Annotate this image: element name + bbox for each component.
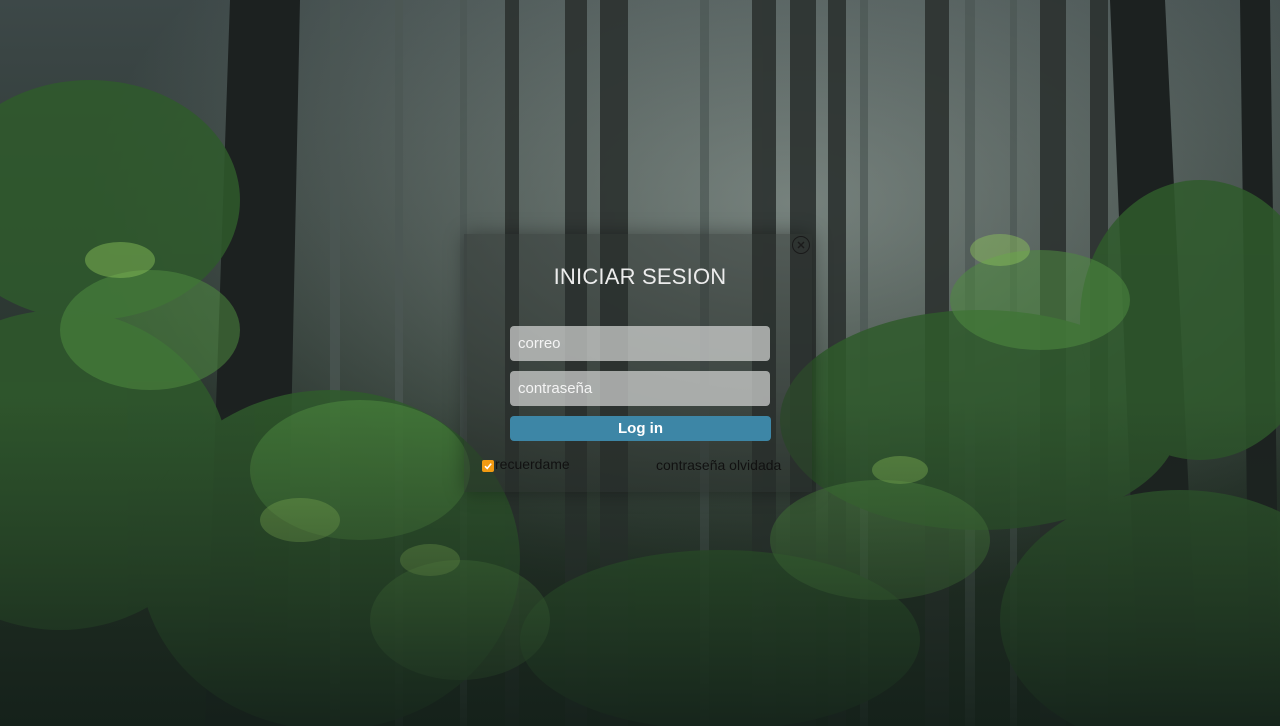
remember-checkbox[interactable] — [482, 459, 494, 472]
remember-label: recuerdame — [495, 456, 570, 472]
login-title: INICIAR SESION — [553, 264, 727, 289]
remember-me[interactable]: recuerdame — [482, 456, 570, 472]
login-modal: INICIAR SESION Log in recuerdame contras… — [464, 234, 812, 492]
password-input[interactable] — [510, 371, 770, 406]
email-input[interactable] — [510, 326, 770, 361]
forgot-password-link[interactable]: contraseña olvidada — [656, 457, 781, 473]
login-button[interactable]: Log in — [510, 416, 771, 441]
close-circle-icon — [797, 241, 805, 249]
close-button[interactable] — [792, 236, 810, 254]
checkmark-icon — [484, 462, 492, 470]
